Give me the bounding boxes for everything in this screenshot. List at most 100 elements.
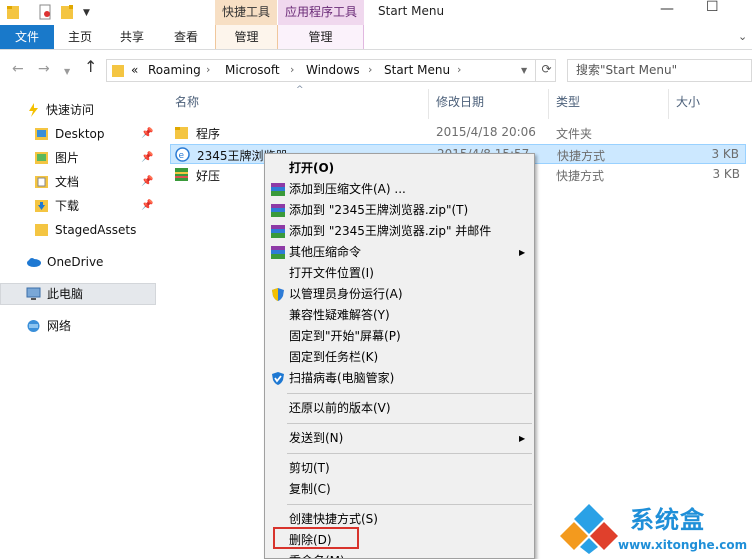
menu-item-pin-taskbar[interactable]: 固定到任务栏(K) [267, 347, 532, 368]
recent-locations-icon[interactable]: ▼ [64, 65, 70, 79]
minimize-icon[interactable]: — [660, 2, 674, 18]
folder-icon [175, 127, 188, 139]
context-tab-shortcut-tools: 快捷工具 [215, 0, 277, 25]
tab-view[interactable]: 查看 [162, 25, 210, 49]
address-row: ← → ▼ ↑ « Roaming › Microsoft › Windows … [0, 51, 752, 89]
nav-desktop[interactable]: Desktop 📌 [0, 123, 156, 145]
nav-this-pc[interactable]: 此电脑 [0, 283, 156, 305]
maximize-icon[interactable]: ☐ [706, 0, 719, 16]
file-row[interactable]: 程序 2015/4/18 20:06 文件夹 [170, 123, 746, 143]
nav-network[interactable]: 网络 [0, 315, 156, 337]
star-icon [29, 103, 38, 117]
pin-icon[interactable]: 📌 [141, 123, 153, 145]
submenu-arrow-icon: ▶ [519, 248, 526, 257]
delete-highlight-box [273, 527, 359, 549]
winrar-icon [271, 246, 285, 259]
menu-item-other-compress[interactable]: 其他压缩命令 ▶ [267, 242, 532, 263]
nav-quick-access[interactable]: 快速访问 [0, 99, 156, 121]
breadcrumb-roaming[interactable]: Roaming [148, 63, 201, 77]
menu-item-cut[interactable]: 剪切(T) [267, 458, 532, 479]
pictures-folder-icon [35, 152, 48, 164]
shield-icon [272, 288, 284, 301]
back-arrow-icon[interactable]: ← [12, 62, 24, 76]
menu-item-open-location[interactable]: 打开文件位置(I) [267, 263, 532, 284]
menu-item-rename[interactable]: 重命名(M) [267, 551, 532, 558]
winrar-icon [271, 225, 285, 238]
menu-item-run-admin[interactable]: 以管理员身份运行(A) [267, 284, 532, 305]
properties-icon[interactable] [38, 4, 52, 20]
menu-item-add-zip[interactable]: 添加到 "2345王牌浏览器.zip"(T) [267, 200, 532, 221]
folder-icon [112, 65, 124, 77]
network-icon [27, 320, 40, 332]
watermark-text: 系统盒 [630, 506, 705, 534]
address-bar[interactable]: « Roaming › Microsoft › Windows › Start … [106, 59, 556, 82]
menu-item-open[interactable]: 打开(O) [267, 158, 532, 179]
title-bar: ▼ 快捷工具 应用程序工具 Start Menu — ☐ [0, 0, 752, 25]
watermark: 系统盒 www.xitonghe.com [558, 498, 752, 559]
new-folder-icon[interactable] [60, 4, 74, 20]
browser-shortcut-icon: e [175, 147, 190, 162]
cloud-icon [27, 258, 41, 267]
antivirus-shield-icon [272, 372, 284, 385]
up-arrow-icon[interactable]: ↑ [84, 59, 97, 75]
nav-documents[interactable]: 文档 📌 [0, 171, 156, 193]
folder-icon[interactable] [6, 4, 20, 20]
logo-icon [560, 504, 618, 554]
column-header-size[interactable]: 大小 [676, 93, 700, 110]
menu-item-restore-previous[interactable]: 还原以前的版本(V) [267, 398, 532, 419]
nav-onedrive[interactable]: OneDrive [0, 251, 156, 273]
tab-manage-shortcut[interactable]: 管理 [215, 25, 278, 49]
context-tab-app-tools: 应用程序工具 [278, 0, 364, 25]
column-header-date[interactable]: 修改日期 [436, 93, 484, 110]
search-input[interactable]: 搜索"Start Menu" [567, 59, 752, 82]
breadcrumb-separator-icon[interactable]: › [206, 63, 210, 76]
winrar-icon [271, 204, 285, 217]
menu-item-pin-start[interactable]: 固定到"开始"屏幕(P) [267, 326, 532, 347]
menu-item-send-to[interactable]: 发送到(N) ▶ [267, 428, 532, 449]
navigation-pane: 快速访问 Desktop 📌 图片 📌 文档 📌 下载 📌 StagedAsse… [0, 89, 158, 559]
tab-file[interactable]: 文件 [0, 25, 54, 49]
svg-text:e: e [179, 151, 185, 161]
breadcrumb-separator-icon[interactable]: › [457, 63, 461, 76]
breadcrumb-separator-icon[interactable]: › [368, 63, 372, 76]
refresh-icon[interactable]: ⟳ [535, 59, 557, 82]
computer-icon [26, 287, 41, 300]
breadcrumb-overflow[interactable]: « [131, 63, 138, 77]
forward-arrow-icon[interactable]: → [38, 62, 50, 76]
breadcrumb-separator-icon[interactable]: › [290, 63, 294, 76]
pin-icon[interactable]: 📌 [141, 147, 153, 169]
window-title: Start Menu [378, 4, 445, 18]
ribbon-tabs: 文件 主页 共享 查看 管理 管理 ⌄ [0, 25, 752, 50]
documents-folder-icon [35, 176, 48, 188]
context-menu: 打开(O) 添加到压缩文件(A) ... 添加到 "2345王牌浏览器.zip"… [264, 153, 535, 559]
downloads-folder-icon [35, 200, 48, 212]
tab-home[interactable]: 主页 [56, 25, 104, 49]
menu-item-troubleshoot[interactable]: 兼容性疑难解答(Y) [267, 305, 532, 326]
column-header-type[interactable]: 类型 [556, 93, 580, 110]
pin-icon[interactable]: 📌 [141, 195, 153, 217]
pin-icon[interactable]: 📌 [141, 171, 153, 193]
sort-ascending-icon: ^ [296, 85, 304, 95]
menu-item-scan-virus[interactable]: 扫描病毒(电脑管家) [267, 368, 532, 389]
tab-manage-app[interactable]: 管理 [278, 25, 364, 49]
winrar-icon [271, 183, 285, 196]
column-header-name[interactable]: 名称 [175, 93, 199, 110]
watermark-url: www.xitonghe.com [618, 538, 748, 552]
menu-item-copy[interactable]: 复制(C) [267, 479, 532, 500]
breadcrumb-microsoft[interactable]: Microsoft [225, 63, 280, 77]
breadcrumb-windows[interactable]: Windows [306, 63, 360, 77]
menu-item-add-zip-mail[interactable]: 添加到 "2345王牌浏览器.zip" 并邮件 [267, 221, 532, 242]
tab-share[interactable]: 共享 [108, 25, 156, 49]
nav-stagedassets[interactable]: StagedAssets [0, 219, 156, 241]
nav-downloads[interactable]: 下载 📌 [0, 195, 156, 217]
submenu-arrow-icon: ▶ [519, 434, 526, 443]
folder-icon [35, 224, 48, 236]
quick-access-dropdown-icon[interactable]: ▼ [83, 6, 90, 22]
breadcrumb-start-menu[interactable]: Start Menu [384, 63, 450, 77]
menu-item-add-archive[interactable]: 添加到压缩文件(A) ... [267, 179, 532, 200]
nav-pictures[interactable]: 图片 📌 [0, 147, 156, 169]
desktop-folder-icon [35, 128, 48, 140]
chevron-down-icon[interactable]: ⌄ [738, 30, 747, 43]
address-dropdown-icon[interactable]: ▼ [521, 66, 527, 75]
archive-app-icon [175, 168, 188, 181]
